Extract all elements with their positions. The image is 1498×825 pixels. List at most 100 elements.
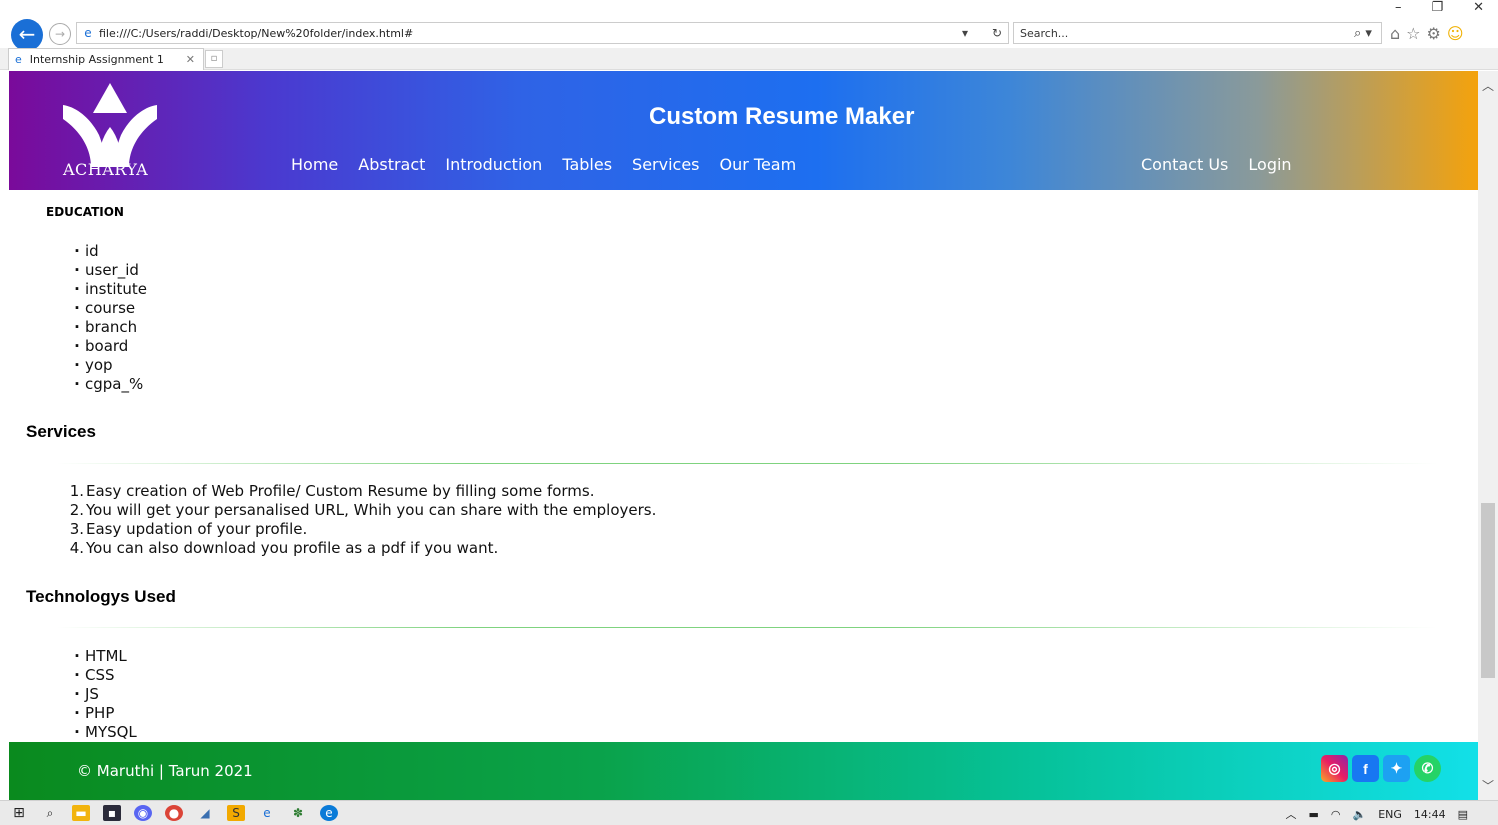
close-window-button[interactable]: ✕ [1473, 0, 1484, 16]
address-url[interactable]: file:///C:/Users/raddi/Desktop/New%20fol… [99, 27, 962, 40]
services-list: 1. Easy creation of Web Profile/ Custom R… [64, 482, 657, 558]
technologies-list: HTML CSS JS PHP MYSQL [71, 647, 137, 742]
browser-icons: ⌂ ☆ ⚙ ☺ [1390, 24, 1464, 43]
twitter-icon[interactable]: ✦ [1383, 755, 1410, 782]
main-nav: Home Abstract Introduction Tables Servic… [291, 155, 796, 174]
restore-button[interactable]: ❐ [1431, 0, 1443, 16]
technologies-title: Technologys Used [26, 587, 176, 606]
arrow-left-icon: ← [18, 22, 36, 46]
nav-home[interactable]: Home [291, 155, 338, 174]
site-footer: © Maruthi | Tarun 2021 ◎ f ✦ ✆ [9, 742, 1478, 800]
sublime-icon[interactable]: S [227, 805, 245, 821]
edge-icon[interactable]: e [320, 805, 338, 821]
file-explorer-icon[interactable]: ▬ [72, 805, 90, 821]
nav-login[interactable]: Login [1248, 155, 1291, 174]
list-item: 2. You will get your persanalised URL, Wh… [69, 501, 657, 519]
tab-bar: e Internship Assignment 1 ✕ ▫ [0, 48, 1498, 70]
windows-start-icon[interactable]: ⊞ [10, 805, 28, 821]
smiley-icon[interactable]: ☺ [1447, 24, 1464, 43]
wifi-icon[interactable]: ◠ [1331, 808, 1341, 821]
app2-icon[interactable]: ✽ [289, 805, 307, 821]
education-list: id user_id institute course branch board… [71, 242, 147, 394]
window-controls: – ❐ ✕ [1395, 0, 1484, 16]
search-box[interactable]: Search... ⌕ ▾ [1013, 22, 1382, 44]
site-title: Custom Resume Maker [649, 103, 915, 130]
page-viewport: ACHARYA Custom Resume Maker Home Abstrac… [9, 71, 1478, 800]
clock[interactable]: 14:44 [1414, 808, 1446, 821]
list-item: MYSQL [71, 723, 137, 742]
list-item: 4. You can also download you profile as a… [69, 539, 499, 557]
address-tools: ▾ ↻ [962, 26, 1008, 40]
tab-internship[interactable]: e Internship Assignment 1 ✕ [8, 48, 204, 70]
list-item: institute [71, 280, 147, 299]
services-title: Services [26, 422, 96, 441]
logo-text: ACHARYA [63, 160, 149, 179]
app-icon[interactable]: ◢ [196, 805, 214, 821]
chevron-up-icon[interactable]: ︿ [1285, 806, 1296, 822]
home-icon[interactable]: ⌂ [1390, 24, 1400, 43]
services-divider [57, 463, 1437, 464]
right-nav: Contact Us Login [1141, 155, 1292, 174]
list-item: JS [71, 685, 137, 704]
list-item: 1. Easy creation of Web Profile/ Custom R… [69, 482, 595, 500]
site-header: ACHARYA Custom Resume Maker Home Abstrac… [9, 71, 1478, 190]
dropdown-icon[interactable]: ▾ [962, 26, 968, 40]
battery-icon[interactable]: ▬ [1308, 808, 1318, 821]
refresh-icon[interactable]: ↻ [992, 26, 1002, 40]
social-links: ◎ f ✦ ✆ [1321, 755, 1441, 782]
list-item: course [71, 299, 147, 318]
technologies-divider [57, 627, 1437, 628]
facebook-icon[interactable]: f [1352, 755, 1379, 782]
page-scrollbar[interactable]: ︿ ﹀ [1478, 71, 1498, 800]
copyright-text: © Maruthi | Tarun 2021 [77, 762, 253, 780]
whatsapp-icon[interactable]: ✆ [1414, 755, 1441, 782]
list-item: board [71, 337, 147, 356]
notification-icon[interactable]: ▤ [1458, 808, 1468, 821]
close-icon[interactable]: ✕ [186, 53, 195, 66]
tab-title: Internship Assignment 1 [29, 53, 164, 66]
forward-button[interactable]: → [49, 23, 71, 45]
instagram-icon[interactable]: ◎ [1321, 755, 1348, 782]
gear-icon[interactable]: ⚙ [1427, 24, 1441, 43]
list-item: PHP [71, 704, 137, 723]
search-icon[interactable]: ⌕ [41, 805, 59, 821]
list-item: HTML [71, 647, 137, 666]
address-bar[interactable]: e file:///C:/Users/raddi/Desktop/New%20f… [76, 22, 1009, 44]
list-item: CSS [71, 666, 137, 685]
language-indicator[interactable]: ENG [1378, 808, 1402, 821]
volume-icon[interactable]: 🔈 [1352, 808, 1366, 821]
terminal-icon[interactable]: ▪ [103, 805, 121, 821]
list-item: yop [71, 356, 147, 375]
back-button[interactable]: ← [11, 19, 43, 51]
taskbar-apps: ⊞ ⌕ ▬ ▪ ◉ ● ◢ S e ✽ e [10, 805, 338, 821]
nav-services[interactable]: Services [632, 155, 699, 174]
new-tab-button[interactable]: ▫ [205, 50, 223, 68]
search-icon[interactable]: ⌕ ▾ [1345, 26, 1381, 41]
nav-introduction[interactable]: Introduction [445, 155, 542, 174]
browser-toolbar: – ❐ ✕ ← → e file:///C:/Users/raddi/Deskt… [0, 0, 1498, 51]
windows-taskbar: ⊞ ⌕ ▬ ▪ ◉ ● ◢ S e ✽ e ︿ ▬ ◠ 🔈 ENG 14:44 … [0, 800, 1498, 825]
ie-icon[interactable]: e [258, 805, 276, 821]
minimize-button[interactable]: – [1395, 0, 1402, 16]
chrome-icon[interactable]: ● [165, 805, 183, 821]
main-content: EDUCATION id user_id institute course br… [9, 190, 1478, 742]
system-tray: ︿ ▬ ◠ 🔈 ENG 14:44 ▤ [1285, 806, 1468, 822]
nav-abstract[interactable]: Abstract [358, 155, 425, 174]
list-item: cgpa_% [71, 375, 147, 394]
discord-icon[interactable]: ◉ [134, 805, 152, 821]
nav-tables[interactable]: Tables [562, 155, 612, 174]
ie-icon: e [15, 53, 22, 66]
nav-our-team[interactable]: Our Team [720, 155, 797, 174]
list-item: id [71, 242, 147, 261]
scrollbar-thumb[interactable] [1481, 503, 1495, 678]
chevron-up-icon[interactable]: ︿ [1482, 77, 1494, 94]
list-item: branch [71, 318, 147, 337]
arrow-right-icon: → [54, 27, 66, 41]
star-icon[interactable]: ☆ [1406, 24, 1420, 43]
list-item: user_id [71, 261, 147, 280]
list-item: 3. Easy updation of your profile. [69, 520, 308, 538]
chevron-down-icon[interactable]: ﹀ [1482, 777, 1494, 794]
education-title: EDUCATION [46, 205, 124, 219]
nav-contact-us[interactable]: Contact Us [1141, 155, 1228, 174]
search-input[interactable]: Search... [1020, 27, 1345, 40]
